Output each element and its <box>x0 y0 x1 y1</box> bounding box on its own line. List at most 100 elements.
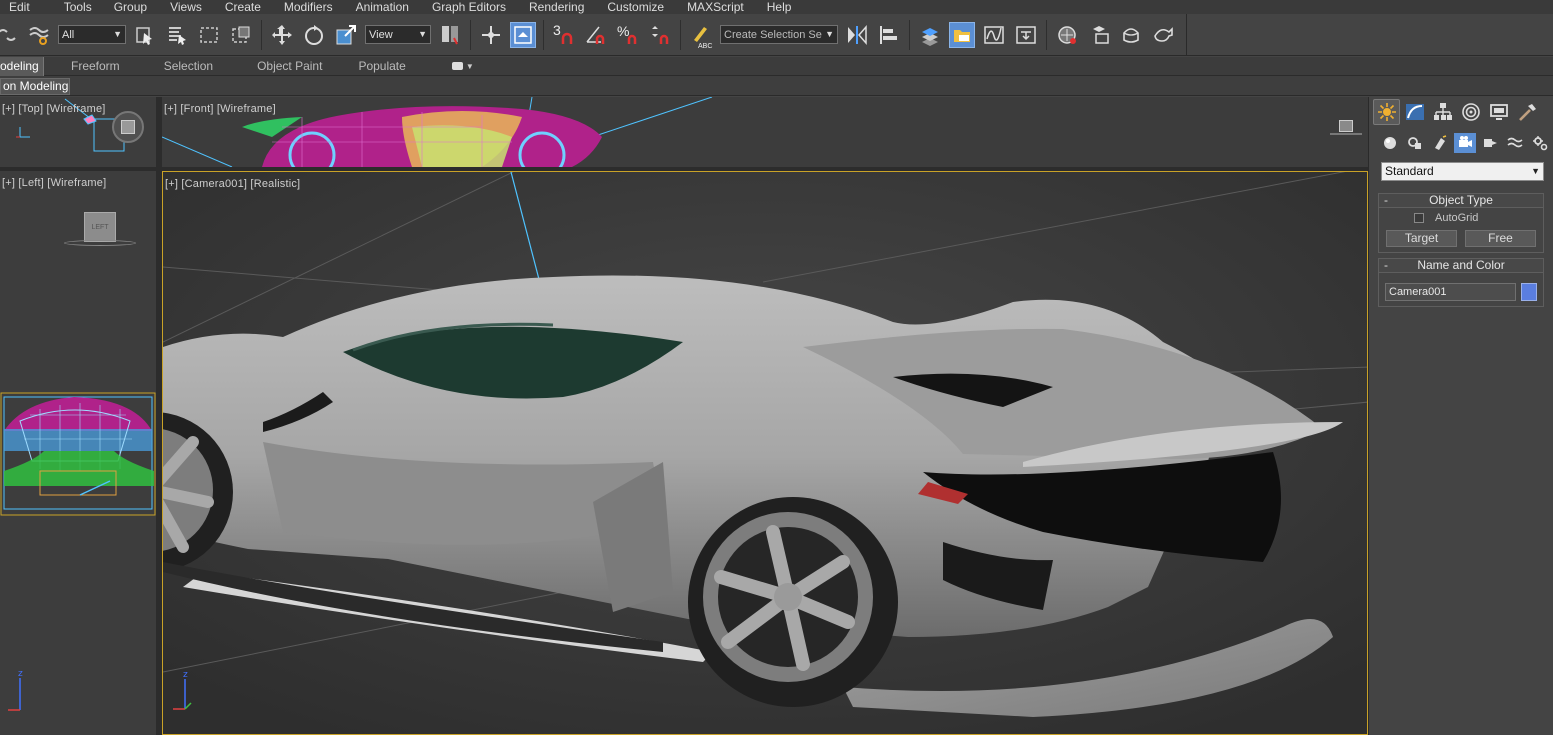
reference-coord-select[interactable]: View ▼ <box>365 25 431 44</box>
toolbar-divider <box>1046 19 1047 50</box>
select-by-name-icon[interactable] <box>164 22 190 48</box>
scale-icon[interactable] <box>333 22 359 48</box>
viewcube-face-label: LEFT <box>91 223 109 231</box>
menu-graph-editors[interactable]: Graph Editors <box>418 0 515 14</box>
ribbon-options-icon <box>451 62 463 70</box>
pivot-center-icon[interactable] <box>437 22 463 48</box>
axis-label-z: z <box>18 670 23 679</box>
select-object-icon[interactable] <box>132 22 158 48</box>
space-warps-icon[interactable] <box>1504 133 1526 153</box>
schematic-view-icon[interactable] <box>1013 22 1039 48</box>
hierarchy-tab-icon[interactable] <box>1429 99 1456 125</box>
selection-filter-select[interactable]: All ▼ <box>58 25 126 44</box>
curve-editor-icon[interactable] <box>981 22 1007 48</box>
axis-gizmo-left: z <box>8 670 23 711</box>
material-editor-icon[interactable] <box>1054 22 1080 48</box>
chevron-down-icon: ▼ <box>1531 166 1540 176</box>
snaps-toggle-icon[interactable]: 3 <box>551 22 577 48</box>
ribbon-tab-object-paint[interactable]: Object Paint <box>235 57 344 76</box>
menu-tools[interactable]: Tools <box>39 0 101 14</box>
create-tab-sun-icon[interactable] <box>1373 99 1400 125</box>
axis-label-z: z <box>183 670 188 680</box>
ribbon-tab-modeling[interactable]: odeling <box>0 56 44 76</box>
edit-named-selection-icon[interactable]: ABC <box>688 22 714 50</box>
menu-group[interactable]: Group <box>101 0 156 14</box>
collapse-icon: - <box>1384 193 1388 207</box>
display-tab-icon[interactable] <box>1485 99 1512 125</box>
percent-snap-icon[interactable]: % <box>615 22 641 48</box>
systems-icon[interactable] <box>1529 133 1551 153</box>
menu-maxscript[interactable]: MAXScript <box>673 0 753 14</box>
align-icon[interactable] <box>876 22 902 48</box>
ribbon-panel: on Modeling <box>0 76 1553 96</box>
viewcube-widget[interactable]: LEFT <box>84 212 116 242</box>
viewcube-widget[interactable] <box>112 111 144 143</box>
viewcube-base <box>1330 133 1362 135</box>
menu-customize[interactable]: Customize <box>593 0 673 14</box>
object-type-rollout-header[interactable]: - Object Type <box>1379 194 1543 208</box>
name-and-color-rollout-header[interactable]: - Name and Color <box>1379 259 1543 273</box>
ribbon-tab-populate[interactable]: Populate <box>344 57 427 76</box>
viewport-label-camera[interactable]: [+] [Camera001] [Realistic] <box>165 178 300 190</box>
keyboard-shortcut-override-icon[interactable] <box>510 21 536 48</box>
menu-views[interactable]: Views <box>156 0 211 14</box>
menu-create[interactable]: Create <box>211 0 270 14</box>
modify-tab-icon[interactable] <box>1401 99 1428 125</box>
render-production-icon[interactable] <box>1150 22 1176 48</box>
geometry-sphere-icon[interactable] <box>1379 133 1401 153</box>
free-button[interactable]: Free <box>1465 230 1536 247</box>
rotate-icon[interactable] <box>301 22 327 48</box>
motion-tab-icon[interactable] <box>1457 99 1484 125</box>
unlink-icon[interactable] <box>0 22 20 48</box>
toolbar-divider <box>470 19 471 50</box>
viewcube-base <box>64 240 136 246</box>
object-name-field[interactable]: Camera001 <box>1385 283 1516 301</box>
lights-icon[interactable] <box>1429 133 1451 153</box>
window-crossing-icon[interactable] <box>228 22 254 48</box>
viewcube-widget[interactable] <box>1339 120 1353 132</box>
rear-wheel <box>688 497 898 707</box>
bind-space-warp-icon[interactable] <box>26 22 52 48</box>
manipulate-icon[interactable] <box>478 22 504 48</box>
angle-snap-icon[interactable] <box>583 22 609 48</box>
named-selection-select[interactable]: Create Selection Se ▼ <box>720 25 838 44</box>
viewport-front[interactable]: [+] [Front] [Wireframe] <box>162 97 1368 167</box>
utilities-tab-hammer-icon[interactable] <box>1513 99 1540 125</box>
menu-edit[interactable]: Edit <box>0 0 39 14</box>
ribbon-tab-selection[interactable]: Selection <box>142 57 235 76</box>
autogrid-checkbox[interactable] <box>1414 213 1424 223</box>
shapes-icon[interactable] <box>1404 133 1426 153</box>
viewport-left[interactable]: [+] [Left] [Wireframe] LEFT z <box>0 171 156 735</box>
camera-realistic-render <box>163 172 1367 734</box>
viewport-top[interactable]: [+] [Top] [Wireframe] <box>0 97 156 167</box>
menu-bar: Edit Tools Group Views Create Modifiers … <box>0 0 1553 14</box>
ribbon-panel-polygon-modeling[interactable]: on Modeling <box>0 78 70 95</box>
axis-gizmo-camera: z <box>173 670 192 710</box>
object-category-select[interactable]: Standard ▼ <box>1381 162 1544 181</box>
rectangular-selection-icon[interactable] <box>196 22 222 48</box>
layer-explorer-icon[interactable] <box>949 21 975 48</box>
spinner-snap-icon[interactable] <box>647 22 673 48</box>
scene-explorer-icon[interactable] <box>917 22 943 48</box>
menu-modifiers[interactable]: Modifiers <box>270 0 342 14</box>
viewport-label-top[interactable]: [+] [Top] [Wireframe] <box>2 103 106 115</box>
cameras-icon[interactable] <box>1454 133 1476 153</box>
menu-animation[interactable]: Animation <box>342 0 418 14</box>
render-setup-icon[interactable] <box>1086 22 1112 48</box>
rendered-frame-window-icon[interactable] <box>1118 22 1144 48</box>
ribbon-tab-freeform[interactable]: Freeform <box>44 57 142 76</box>
move-icon[interactable] <box>269 22 295 48</box>
viewport-camera001[interactable]: [+] [Camera001] [Realistic] z <box>162 171 1368 735</box>
toolbar-divider <box>680 19 681 50</box>
target-button[interactable]: Target <box>1386 230 1457 247</box>
mirror-icon[interactable] <box>844 22 870 48</box>
ribbon-options-dropdown[interactable]: ▼ <box>451 60 474 72</box>
menu-rendering[interactable]: Rendering <box>515 0 593 14</box>
create-categories <box>1379 133 1551 153</box>
menu-help[interactable]: Help <box>753 0 801 14</box>
collapse-icon: - <box>1384 258 1388 272</box>
viewport-label-left[interactable]: [+] [Left] [Wireframe] <box>2 177 106 189</box>
toolbar-divider <box>543 19 544 50</box>
helpers-icon[interactable] <box>1479 133 1501 153</box>
object-color-swatch[interactable] <box>1521 283 1537 301</box>
